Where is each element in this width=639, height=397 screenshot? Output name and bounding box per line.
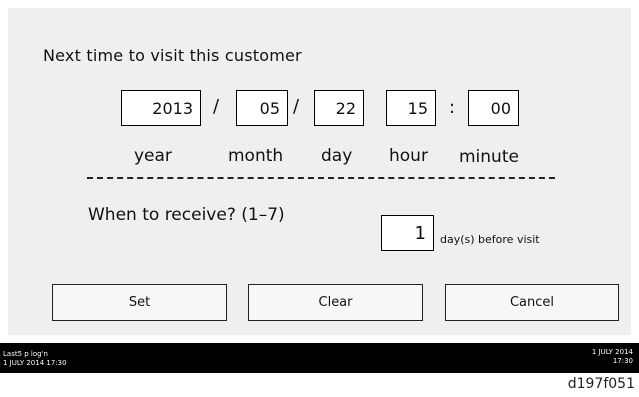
- status-bar: Last5 p log'n 1 JULY 2014 17:30 1 JULY 2…: [0, 343, 639, 373]
- set-button[interactable]: Set: [52, 284, 227, 321]
- dashed-divider: [87, 177, 555, 179]
- figure-id: d197f051: [567, 376, 635, 392]
- last-login-label: Last5 p log'n: [3, 350, 48, 358]
- hour-field[interactable]: 15: [386, 90, 436, 126]
- current-date: 1 JULY 2014: [591, 348, 633, 356]
- day-label: day: [321, 146, 353, 166]
- month-label: month: [228, 146, 284, 166]
- year-label: year: [134, 146, 172, 166]
- clear-button[interactable]: Clear: [248, 284, 423, 321]
- current-time: 17:30: [612, 357, 633, 365]
- current-datetime: 1 JULY 2014 17:30: [592, 348, 633, 366]
- last-login-time: 1 JULY 2014 17:30: [3, 359, 67, 367]
- month-field[interactable]: 05: [236, 90, 288, 126]
- date-separator: /: [213, 96, 220, 117]
- dialog-title: Next time to visit this customer: [43, 46, 302, 65]
- hour-label: hour: [389, 146, 428, 166]
- receive-question: When to receive? (1–7): [88, 205, 285, 225]
- receive-days-field[interactable]: 1: [381, 215, 434, 251]
- minute-label: minute: [459, 147, 519, 167]
- year-field[interactable]: 2013: [121, 90, 201, 126]
- time-separator: :: [449, 97, 456, 118]
- last-login-info: Last5 p log'n 1 JULY 2014 17:30: [3, 350, 67, 368]
- day-field[interactable]: 22: [314, 90, 364, 126]
- date-separator: /: [293, 96, 300, 117]
- minute-field[interactable]: 00: [468, 90, 519, 126]
- cancel-button[interactable]: Cancel: [445, 284, 619, 321]
- receive-suffix: day(s) before visit: [440, 233, 540, 246]
